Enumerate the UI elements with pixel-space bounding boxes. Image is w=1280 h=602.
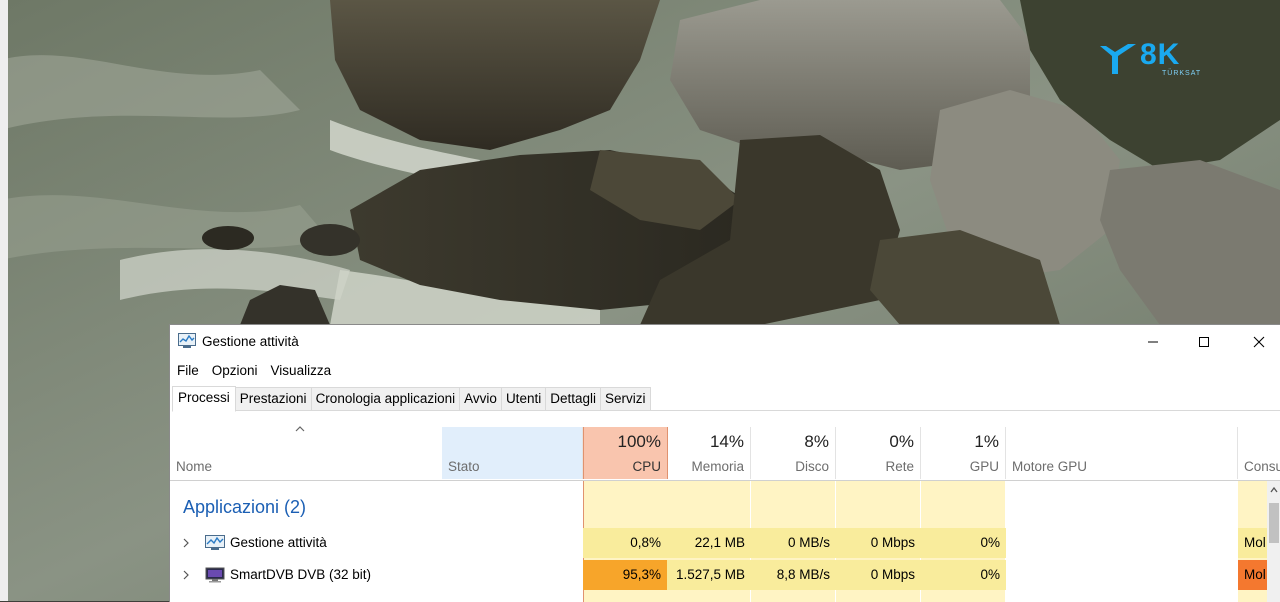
column-header-memory[interactable]: 14% Memoria [667,427,751,479]
tab-details[interactable]: Dettagli [546,387,601,410]
column-disk-label: Disco [795,459,829,474]
column-header-cpu[interactable]: 100% CPU [583,427,668,479]
process-power: Mol [1238,560,1268,590]
column-gpu-engine-label: Motore GPU [1012,459,1088,474]
minimize-icon [1148,341,1158,342]
column-status-label: Stato [448,459,480,474]
process-memory: 22,1 MB [667,528,751,558]
column-header-name[interactable]: Nome [170,427,443,479]
gpu-total-percent: 1% [974,432,999,451]
process-name: SmartDVB DVB (32 bit) [230,567,372,582]
minimize-button[interactable] [1126,325,1180,358]
tab-users[interactable]: Utenti [501,387,547,410]
close-button[interactable] [1232,325,1280,358]
close-icon [1253,336,1265,347]
maximize-button[interactable] [1177,325,1231,358]
group-applications-title[interactable]: Applicazioni (2) [183,497,306,518]
smartdvb-app-icon [205,567,225,583]
column-header-status[interactable]: Stato [442,427,583,479]
brand-turksat: TÜRKSAT [1162,70,1202,77]
network-total-percent: 0% [889,432,914,451]
column-header-gpu-engine[interactable]: Motore GPU [1006,427,1238,479]
process-gpu: 0% [921,560,1006,590]
disk-total-percent: 8% [804,432,829,451]
column-power-label: Consu [1244,459,1280,474]
title-bar[interactable]: Gestione attività [170,325,1280,358]
vertical-scrollbar[interactable] [1267,481,1280,602]
tab-performance[interactable]: Prestazioni [235,387,312,410]
broadcaster-logo: 8K TÜRKSAT [1098,38,1202,82]
tab-processes[interactable]: Processi [172,386,236,412]
tab-startup[interactable]: Avvio [460,387,502,410]
tab-bar: Processi Prestazioni Cronologia applicaz… [172,386,1280,412]
cpu-total-percent: 100% [617,432,661,451]
column-header-network[interactable]: 0% Rete [836,427,921,479]
menu-bar: File Opzioni Visualizza [170,361,337,381]
brand-8k: 8K [1140,38,1181,71]
memory-total-percent: 14% [709,432,744,451]
menu-view[interactable]: Visualizza [264,361,338,381]
column-header-disk[interactable]: 8% Disco [751,427,836,479]
scroll-up-icon[interactable] [1269,485,1279,495]
window-title: Gestione attività [202,334,299,349]
tab-services[interactable]: Servizi [601,387,651,410]
process-memory: 1.527,5 MB [667,560,751,590]
process-disk: 0 MB/s [751,528,836,558]
column-memory-label: Memoria [691,459,744,474]
task-manager-icon [178,333,196,348]
tab-app-history[interactable]: Cronologia applicazioni [311,387,461,410]
column-cpu-label: CPU [632,459,661,474]
column-gpu-label: GPU [969,459,999,474]
column-network-label: Rete [885,459,914,474]
process-disk: 8,8 MB/s [751,560,836,590]
process-power: Mol [1238,528,1268,558]
process-row[interactable]: Gestione attività 0,8% 22,1 MB 0 MB/s 0 … [170,528,1268,558]
process-name: Gestione attività [230,535,327,550]
column-header-gpu[interactable]: 1% GPU [921,427,1006,479]
process-network: 0 Mbps [836,528,921,558]
column-name-label: Nome [176,459,213,474]
process-cpu: 95,3% [583,560,667,590]
chevron-right-icon[interactable] [180,568,192,582]
process-network: 0 Mbps [836,560,921,590]
maximize-icon [1199,336,1209,347]
turksat-logo-icon [1100,44,1136,74]
process-gpu: 0% [921,528,1006,558]
scrollbar-thumb[interactable] [1269,503,1279,543]
menu-options[interactable]: Opzioni [205,361,264,381]
task-manager-window: Gestione attività File Opzioni Visualizz… [169,324,1280,602]
menu-file[interactable]: File [170,361,205,381]
chevron-right-icon[interactable] [180,536,192,550]
task-manager-app-icon [205,535,225,550]
process-row[interactable]: SmartDVB DVB (32 bit) 95,3% 1.527,5 MB 8… [170,560,1268,590]
process-cpu: 0,8% [583,528,667,558]
column-header-power[interactable]: Consu [1238,427,1280,479]
